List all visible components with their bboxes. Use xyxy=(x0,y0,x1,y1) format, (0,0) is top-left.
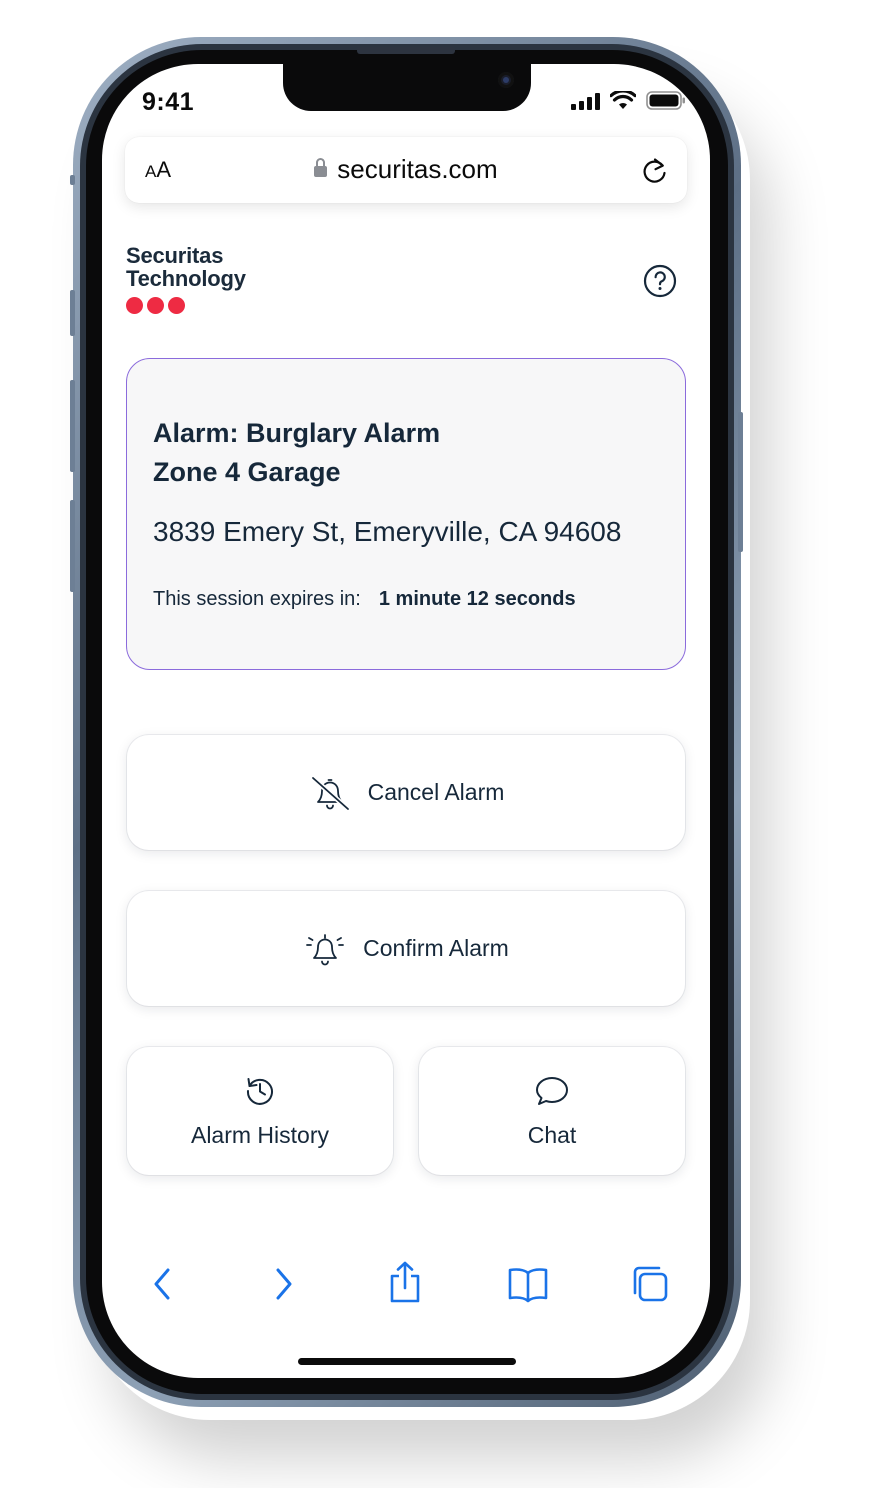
reload-icon[interactable] xyxy=(641,156,669,186)
bookmarks-icon[interactable] xyxy=(507,1264,549,1304)
alarm-type: Alarm: Burglary Alarm xyxy=(153,418,441,448)
brand-line-2: Technology xyxy=(126,266,246,291)
device-mute-button xyxy=(70,290,75,336)
cancel-alarm-label: Cancel Alarm xyxy=(367,779,505,805)
status-time: 9:41 xyxy=(142,88,195,116)
bell-ringing-icon xyxy=(306,933,345,965)
battery-icon xyxy=(646,91,685,110)
brand-line-1: Securitas xyxy=(126,243,224,268)
address-bar[interactable]: AA securitas.com xyxy=(125,137,687,203)
chat-button[interactable]: Chat xyxy=(419,1047,685,1175)
alarm-zone: Zone 4 Garage xyxy=(153,457,341,487)
help-icon[interactable] xyxy=(643,264,677,298)
browser-toolbar xyxy=(102,1261,710,1308)
phone-screen: 9:41 AA securitas.com Securitas Technolo… xyxy=(102,64,710,1378)
status-icons xyxy=(571,91,686,110)
chat-label: Chat xyxy=(527,1121,577,1148)
power-button xyxy=(738,412,743,552)
history-icon xyxy=(246,1077,273,1105)
brand-logo: Securitas Technology xyxy=(126,244,246,290)
url-text: securitas.com xyxy=(337,154,498,184)
back-icon[interactable] xyxy=(150,1264,174,1304)
speaker-grille xyxy=(357,47,455,54)
confirm-alarm-button[interactable]: Confirm Alarm xyxy=(127,891,685,1006)
volume-down-button xyxy=(70,500,75,592)
brand-dots-icon xyxy=(126,297,185,314)
notch xyxy=(283,64,531,111)
front-camera xyxy=(498,72,514,88)
home-indicator xyxy=(298,1358,516,1365)
lock-icon xyxy=(314,158,328,177)
confirm-alarm-label: Confirm Alarm xyxy=(363,935,509,961)
wifi-icon xyxy=(610,91,636,109)
volume-up-button xyxy=(70,380,75,472)
device-ring-switch xyxy=(70,175,75,185)
alarm-history-button[interactable]: Alarm History xyxy=(127,1047,393,1175)
alarm-title: Alarm: Burglary Alarm Zone 4 Garage xyxy=(153,414,440,492)
session-expiry-label: This session expires in: xyxy=(153,588,361,610)
tabs-icon[interactable] xyxy=(630,1264,670,1304)
alarm-history-label: Alarm History xyxy=(190,1121,329,1148)
session-expiry: This session expires in: 1 minute 12 seco… xyxy=(153,588,576,611)
session-expiry-value: 1 minute 12 seconds xyxy=(378,588,576,610)
cancel-alarm-button[interactable]: Cancel Alarm xyxy=(127,735,685,850)
share-icon[interactable] xyxy=(387,1260,423,1304)
chat-bubble-icon xyxy=(536,1076,568,1105)
alarm-address: 3839 Emery St, Emeryville, CA 94608 xyxy=(153,516,622,547)
bell-off-icon xyxy=(310,775,350,811)
forward-icon[interactable] xyxy=(272,1264,296,1304)
alarm-info-card: Alarm: Burglary Alarm Zone 4 Garage 3839… xyxy=(126,358,686,670)
url-display[interactable]: securitas.com xyxy=(125,154,687,185)
cellular-signal-icon xyxy=(571,92,600,110)
